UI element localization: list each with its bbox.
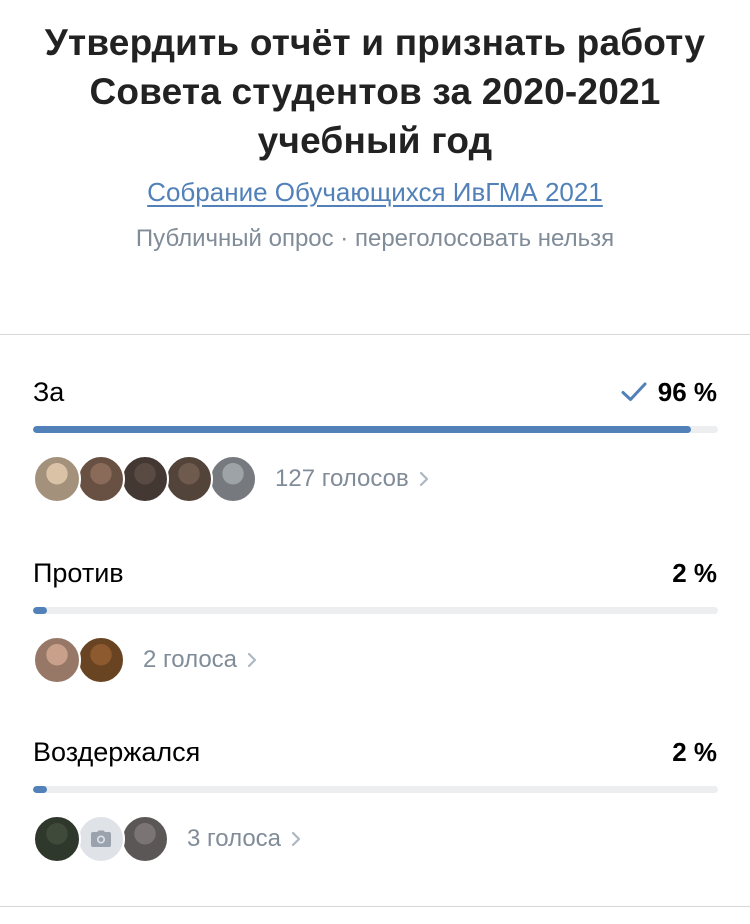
chevron-right-icon: [291, 831, 301, 847]
votes-count: 2 голоса: [143, 646, 238, 673]
option-label: За: [33, 377, 65, 407]
voter-avatars: [33, 455, 257, 503]
percent-value: 96 %: [657, 377, 717, 407]
divider: [0, 334, 750, 335]
avatar: [77, 455, 125, 503]
avatar-placeholder: [77, 815, 125, 863]
percent-value: 2 %: [672, 737, 717, 767]
chevron-right-icon: [419, 471, 428, 487]
voter-avatars: [33, 815, 169, 863]
votes-count: 3 голоса: [187, 825, 282, 852]
avatar: [33, 636, 81, 684]
option-label: Воздержался: [33, 737, 201, 767]
poll-option-za[interactable]: За 96 % 127 голосов: [0, 376, 750, 556]
vote-bar-fill: [33, 426, 691, 433]
percent-value: 2 %: [672, 558, 717, 588]
vote-bar-track: [33, 607, 718, 614]
avatar: [77, 636, 125, 684]
community-link[interactable]: Собрание Обучающихся ИвГМА 2021: [0, 176, 750, 208]
divider: [0, 906, 750, 907]
vote-bar-track: [33, 426, 718, 433]
avatar: [33, 815, 81, 863]
poll-header: Утвердить отчёт и признать работу Совета…: [0, 0, 750, 334]
votes-count: 127 голосов: [275, 465, 409, 492]
avatar: [121, 815, 169, 863]
option-label: Против: [33, 558, 124, 588]
vote-bar-fill: [33, 786, 47, 793]
poll-option-vozderzhalsya[interactable]: Воздержался 2 % 3 голоса: [0, 736, 750, 916]
voters-row[interactable]: 127 голосов: [33, 454, 429, 504]
poll-title: Утвердить отчёт и признать работу Совета…: [44, 22, 706, 161]
avatar: [33, 455, 81, 503]
option-percent: 96 %: [620, 376, 717, 408]
poll-meta: Публичный опрос · переголосовать нельзя: [135, 225, 615, 252]
vote-bar-track: [33, 786, 718, 793]
avatar: [209, 455, 257, 503]
vote-bar-fill: [33, 607, 47, 614]
camera-icon: [91, 830, 111, 847]
voters-row[interactable]: 2 голоса: [33, 635, 257, 685]
chevron-right-icon: [247, 652, 257, 668]
avatar: [121, 455, 169, 503]
avatar: [165, 455, 213, 503]
option-percent: 2 %: [672, 736, 717, 768]
voter-avatars: [33, 636, 125, 684]
check-icon: [621, 382, 647, 401]
voters-row[interactable]: 3 голоса: [33, 814, 301, 864]
option-percent: 2 %: [672, 557, 717, 589]
poll-option-protiv[interactable]: Против 2 % 2 голоса: [0, 557, 750, 737]
